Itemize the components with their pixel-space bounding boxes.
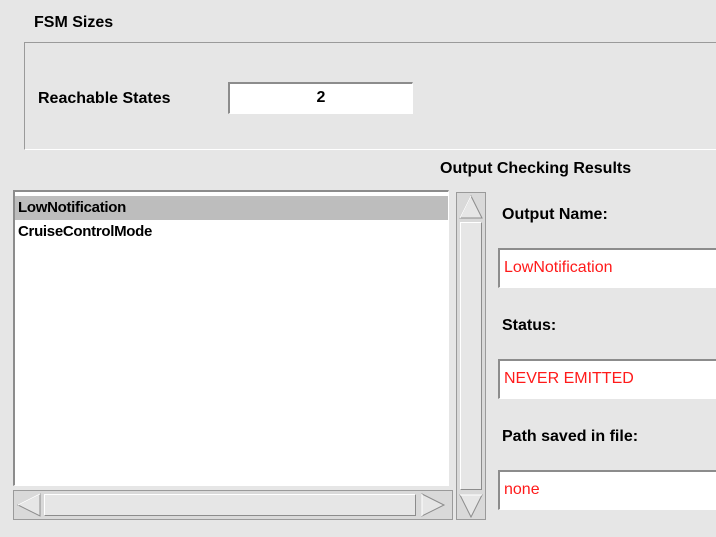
path-saved-field[interactable]: none <box>498 470 716 510</box>
scroll-down-arrow-icon[interactable] <box>458 493 484 519</box>
fsm-sizes-title: FSM Sizes <box>34 14 114 31</box>
output-name-field[interactable]: LowNotification <box>498 248 716 288</box>
status-field[interactable]: NEVER EMITTED <box>498 359 716 399</box>
scroll-up-arrow-icon[interactable] <box>458 194 484 220</box>
horizontal-scroll-thumb[interactable] <box>44 494 416 516</box>
status-label: Status: <box>502 317 557 334</box>
list-item-low-notification[interactable]: LowNotification <box>15 196 448 220</box>
outputs-list[interactable]: LowNotification CruiseControlMode <box>13 190 449 486</box>
path-saved-label: Path saved in file: <box>502 428 639 445</box>
vertical-scroll-thumb[interactable] <box>460 222 482 490</box>
output-name-label: Output Name: <box>502 206 608 223</box>
reachable-states-field[interactable]: 2 <box>228 82 413 114</box>
output-checking-title: Output Checking Results <box>440 160 632 177</box>
scroll-left-arrow-icon[interactable] <box>16 492 42 518</box>
scroll-right-arrow-icon[interactable] <box>420 492 446 518</box>
list-item-cruise-control-mode[interactable]: CruiseControlMode <box>15 220 448 244</box>
reachable-states-label: Reachable States <box>38 90 171 107</box>
